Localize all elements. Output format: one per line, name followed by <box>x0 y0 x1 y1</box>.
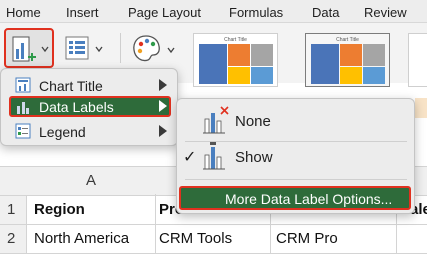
change-colors-button[interactable] <box>132 34 180 64</box>
menu-item-label: Legend <box>39 124 86 140</box>
palette-icon <box>133 35 175 62</box>
quick-layout-icon <box>65 36 103 60</box>
add-chart-element-icon <box>12 36 49 62</box>
row-header[interactable]: 1 <box>0 196 27 224</box>
menu-divider <box>185 179 407 180</box>
menu-item-label: Data Labels <box>39 99 114 115</box>
cell-region-header[interactable]: Region <box>34 201 85 218</box>
data-labels-show-icon <box>203 142 225 170</box>
treemap-preview-icon <box>311 44 385 84</box>
quick-layout-button[interactable] <box>64 33 110 65</box>
more-data-label-options-button[interactable]: More Data Label Options... <box>179 186 411 210</box>
data-labels-none-icon <box>203 106 229 134</box>
row-header[interactable]: 2 <box>0 225 27 253</box>
menu-item-chart-title[interactable]: Chart Title <box>9 75 171 96</box>
treemap-preview-icon <box>199 44 273 84</box>
data-labels-icon <box>17 102 29 114</box>
more-options-label: More Data Label Options... <box>225 191 393 207</box>
table-row: 2 North America CRM Tools CRM Pro <box>0 225 427 254</box>
submenu-item-label: Show <box>235 149 273 166</box>
chart-style-thumbnail-3[interactable] <box>408 33 427 87</box>
submenu-arrow-icon <box>159 100 167 112</box>
submenu-item-none[interactable]: None <box>181 103 411 139</box>
column-header-a[interactable]: A <box>86 172 96 189</box>
toolbar-divider <box>120 33 121 63</box>
menu-item-legend[interactable]: Legend <box>9 121 171 142</box>
background-highlight <box>415 98 427 118</box>
add-chart-element-button[interactable] <box>4 28 54 68</box>
data-labels-submenu: None ✓ Show More Data Label Options... <box>176 98 415 214</box>
cell-product[interactable]: CRM Pro <box>276 230 338 247</box>
submenu-item-label: None <box>235 113 271 130</box>
tab-home[interactable]: Home <box>6 5 41 20</box>
menu-item-label: Chart Title <box>39 78 103 94</box>
chart-style-thumbnail-1[interactable]: Chart Title <box>193 33 278 87</box>
menu-item-data-labels[interactable]: Data Labels <box>9 96 171 117</box>
row-number: 2 <box>7 230 16 247</box>
submenu-item-show[interactable]: ✓ Show <box>181 139 411 175</box>
tab-page-layout[interactable]: Page Layout <box>128 5 201 20</box>
tab-insert[interactable]: Insert <box>66 5 99 20</box>
checkmark-icon: ✓ <box>183 149 197 166</box>
tab-data[interactable]: Data <box>312 5 339 20</box>
cell-region[interactable]: North America <box>34 230 129 247</box>
row-number: 1 <box>7 201 16 218</box>
cell-product-line[interactable]: CRM Tools <box>159 230 232 247</box>
tab-review[interactable]: Review <box>364 5 407 20</box>
column-gridline <box>155 194 156 254</box>
submenu-arrow-icon <box>159 79 167 91</box>
legend-icon <box>15 123 31 139</box>
chart-title-icon <box>15 77 31 93</box>
submenu-arrow-icon <box>159 125 167 137</box>
ribbon-tab-bar: Home Insert Page Layout Formulas Data Re… <box>0 0 427 23</box>
add-chart-element-menu: Chart Title Data Labels Legend <box>0 68 178 146</box>
tab-formulas[interactable]: Formulas <box>229 5 283 20</box>
chart-style-thumbnail-2[interactable]: Chart Title <box>305 33 390 87</box>
